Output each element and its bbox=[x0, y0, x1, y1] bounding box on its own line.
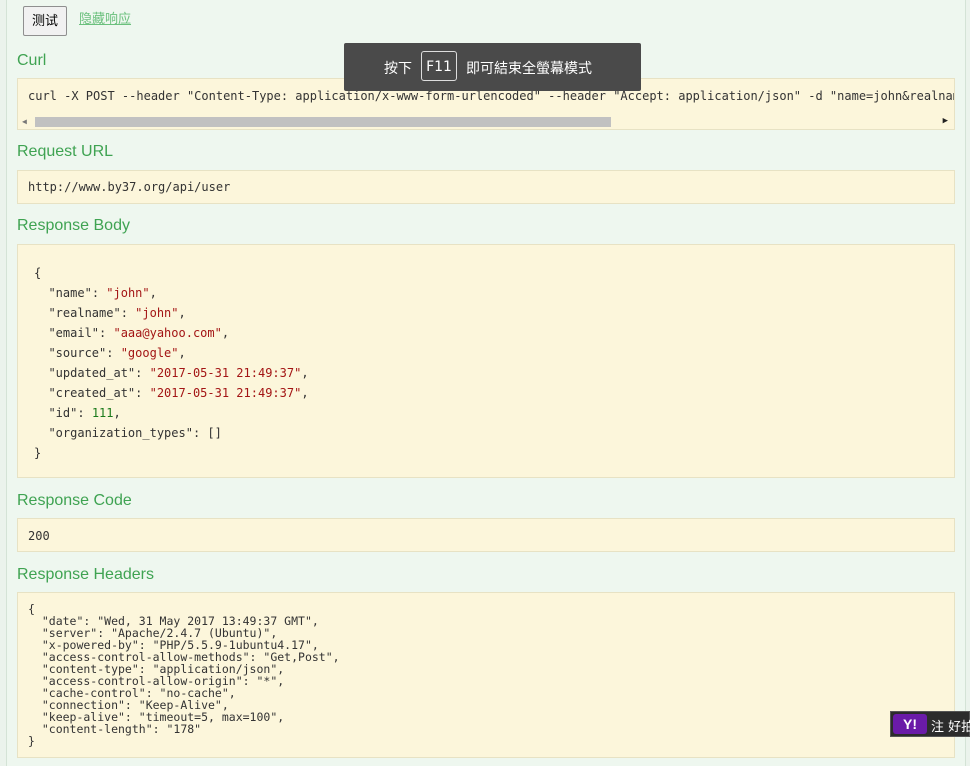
json-key: "id" bbox=[48, 406, 78, 420]
test-button[interactable]: 测试 bbox=[23, 6, 67, 36]
json-field-row: "source": "google", bbox=[48, 346, 186, 360]
header-line: "content-length": "178" bbox=[28, 722, 202, 736]
yahoo-logo-icon[interactable]: Y! bbox=[893, 714, 927, 734]
toast-suffix: 即可結束全螢幕模式 bbox=[466, 61, 592, 77]
json-value: "john" bbox=[106, 286, 150, 300]
content-panel: 测试 隐藏响应 Curl curl -X POST --header "Cont… bbox=[6, 0, 966, 766]
scroll-left-arrow-icon[interactable]: ◀ bbox=[22, 117, 27, 126]
curl-command: curl -X POST --header "Content-Type: app… bbox=[28, 89, 954, 103]
json-field-row: "email": "aaa@yahoo.com", bbox=[48, 326, 230, 340]
response-body-json: { "name": "john", "realname": "john", "e… bbox=[34, 263, 309, 463]
horizontal-scrollbar[interactable]: ◀ ▶ bbox=[18, 113, 954, 129]
json-field-row: "id": 111, bbox=[48, 406, 121, 420]
response-body-box: { "name": "john", "realname": "john", "e… bbox=[17, 244, 955, 478]
curl-title: Curl bbox=[17, 52, 47, 69]
json-key: "email" bbox=[48, 326, 100, 340]
response-code-box: 200 bbox=[17, 518, 955, 552]
response-headers-box: { "date": "Wed, 31 May 2017 13:49:37 GMT… bbox=[17, 592, 955, 758]
response-headers-text: { "date": "Wed, 31 May 2017 13:49:37 GMT… bbox=[28, 603, 340, 747]
request-url-value: http://www.by37.org/api/user bbox=[28, 180, 231, 194]
header-line: } bbox=[28, 734, 35, 748]
yahoo-widget[interactable]: Y! 注 好拍 bbox=[890, 711, 970, 737]
json-value: 111 bbox=[91, 406, 114, 420]
json-close-brace: } bbox=[34, 446, 42, 460]
scroll-thumb[interactable] bbox=[35, 117, 611, 127]
request-url-title: Request URL bbox=[17, 143, 114, 160]
json-key: "name" bbox=[48, 286, 92, 300]
response-body-title: Response Body bbox=[17, 217, 130, 234]
json-key: "created_at" bbox=[48, 386, 136, 400]
json-value: "2017-05-31 21:49:37" bbox=[149, 386, 302, 400]
json-open-brace: { bbox=[34, 266, 42, 280]
json-key: "updated_at" bbox=[48, 366, 136, 380]
json-field-row: "created_at": "2017-05-31 21:49:37", bbox=[48, 386, 309, 400]
json-value: "aaa@yahoo.com" bbox=[113, 326, 222, 340]
scroll-right-arrow-icon[interactable]: ▶ bbox=[943, 116, 948, 126]
hide-response-link[interactable]: 隐藏响应 bbox=[79, 8, 131, 27]
toast-key-f11: F11 bbox=[421, 51, 457, 81]
json-key: "source" bbox=[48, 346, 107, 360]
json-value: "john" bbox=[135, 306, 179, 320]
yahoo-widget-text[interactable]: 注 好拍 bbox=[931, 716, 970, 735]
json-key: "organization_types" bbox=[48, 426, 193, 440]
response-code-title: Response Code bbox=[17, 492, 132, 509]
json-field-row: "updated_at": "2017-05-31 21:49:37", bbox=[48, 366, 309, 380]
json-value: "google" bbox=[120, 346, 179, 360]
request-url-box: http://www.by37.org/api/user bbox=[17, 170, 955, 204]
json-field-row: "name": "john", bbox=[48, 286, 157, 300]
fullscreen-toast: 按下 F11 即可結束全螢幕模式 bbox=[344, 43, 641, 91]
response-code-value: 200 bbox=[28, 529, 50, 543]
json-value: [] bbox=[207, 426, 222, 440]
json-field-row: "organization_types": [] bbox=[48, 426, 222, 440]
response-headers-title: Response Headers bbox=[17, 566, 154, 583]
json-value: "2017-05-31 21:49:37" bbox=[149, 366, 302, 380]
toast-prefix: 按下 bbox=[384, 61, 412, 77]
json-field-row: "realname": "john", bbox=[48, 306, 186, 320]
json-key: "realname" bbox=[48, 306, 121, 320]
